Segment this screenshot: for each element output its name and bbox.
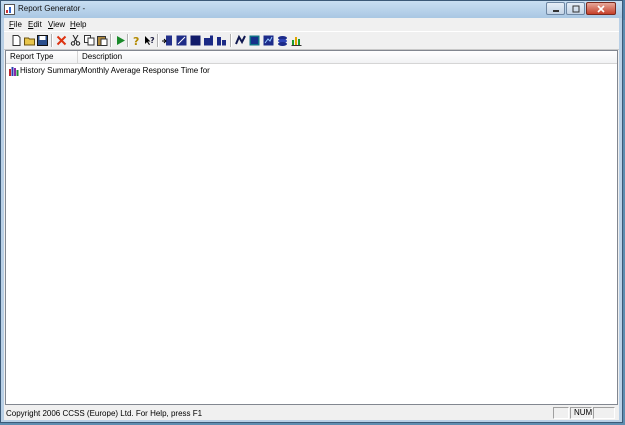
report6-icon[interactable] <box>235 35 246 46</box>
status-pane-caps <box>553 407 569 419</box>
delete-icon[interactable] <box>56 35 67 46</box>
report4-icon[interactable] <box>203 35 214 46</box>
menu-edit[interactable]: Edit <box>28 20 42 29</box>
close-button[interactable] <box>586 2 616 15</box>
toolbar-separator <box>230 34 232 47</box>
list-row[interactable]: History Summary Monthly Average Response… <box>6 65 617 77</box>
menu-help[interactable]: Help <box>70 20 86 29</box>
window-title: Report Generator - <box>18 4 86 13</box>
report9-icon[interactable] <box>277 35 288 46</box>
chart-icon[interactable] <box>291 35 302 46</box>
report-list[interactable]: Report Type Description History Summary … <box>5 50 618 405</box>
history-summary-chart-icon <box>9 67 19 76</box>
toolbar-separator <box>110 34 112 47</box>
status-pane-num: NUM <box>570 407 592 419</box>
new-icon[interactable] <box>11 35 22 46</box>
maximize-button[interactable] <box>566 2 585 15</box>
report-generator-window: Report Generator - File Edit View Help ?… <box>0 0 623 423</box>
report3-icon[interactable] <box>190 35 201 46</box>
title-bar[interactable]: Report Generator - <box>1 1 622 18</box>
close-icon <box>597 4 605 13</box>
minimize-button[interactable] <box>546 2 565 15</box>
report2-icon[interactable] <box>176 35 187 46</box>
report5-icon[interactable] <box>216 35 227 46</box>
column-header-report-type[interactable]: Report Type <box>6 51 78 63</box>
svg-text:?: ? <box>150 36 155 45</box>
report-type-cell: History Summary <box>20 66 82 75</box>
list-header: Report Type Description <box>6 51 617 64</box>
svg-text:?: ? <box>133 35 139 46</box>
help-icon[interactable]: ? <box>131 35 142 46</box>
report1-icon[interactable] <box>162 35 173 46</box>
maximize-icon <box>572 5 579 12</box>
menu-file[interactable]: File <box>9 20 22 29</box>
cut-icon[interactable] <box>70 35 81 46</box>
client-area: File Edit View Help ? ? Report Type Desc… <box>4 18 619 420</box>
run-icon[interactable] <box>115 35 126 46</box>
toolbar-separator <box>157 34 159 47</box>
status-bar: Copyright 2006 CCSS (Europe) Ltd. For He… <box>4 406 619 420</box>
context-help-icon[interactable]: ? <box>144 35 155 46</box>
menu-view[interactable]: View <box>48 20 65 29</box>
copy-icon[interactable] <box>84 35 95 46</box>
app-icon <box>4 4 15 15</box>
minimize-icon <box>552 9 559 12</box>
toolbar-separator <box>127 34 129 47</box>
paste-icon[interactable] <box>97 35 108 46</box>
column-header-description[interactable]: Description <box>78 51 617 63</box>
save-icon[interactable] <box>37 35 48 46</box>
description-cell: Monthly Average Response Time for <box>81 66 210 75</box>
toolbar-separator <box>51 34 53 47</box>
menu-bar: File Edit View Help <box>4 18 619 30</box>
report7-icon[interactable] <box>249 35 260 46</box>
open-icon[interactable] <box>24 35 35 46</box>
toolbar: ? ? <box>4 31 619 50</box>
status-pane-scroll <box>593 407 615 419</box>
report8-icon[interactable] <box>263 35 274 46</box>
status-text: Copyright 2006 CCSS (Europe) Ltd. For He… <box>6 409 203 418</box>
